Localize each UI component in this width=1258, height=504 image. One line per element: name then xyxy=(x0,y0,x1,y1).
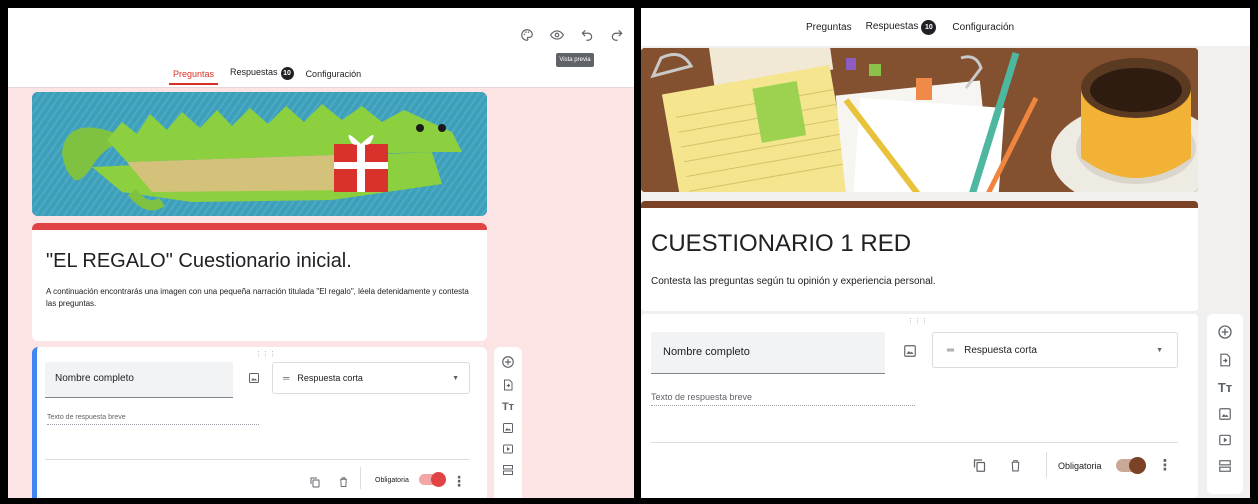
form-title[interactable]: "EL REGALO" Cuestionario inicial. xyxy=(46,250,352,273)
add-video-icon-right[interactable] xyxy=(1218,433,1232,447)
tab-respuestas-label: Respuestas xyxy=(230,67,278,77)
add-section-icon-right[interactable] xyxy=(1218,459,1232,473)
header-image-desk xyxy=(641,48,1198,192)
add-image-icon-right[interactable] xyxy=(901,342,919,360)
form-title-right[interactable]: CUESTIONARIO 1 RED xyxy=(651,230,911,258)
more-options-icon[interactable]: ⋮ xyxy=(450,472,468,490)
short-answer-icon-right: ═ xyxy=(947,344,955,356)
required-toggle[interactable] xyxy=(419,472,446,487)
add-image-tool-icon-right[interactable] xyxy=(1218,407,1232,421)
drag-handle[interactable]: ⋮⋮⋮ xyxy=(255,350,276,358)
question-card: ⋮⋮⋮ Nombre completo ═ Respuesta corta ▼ … xyxy=(32,347,487,498)
left-tabs: Preguntas Respuestas 10 Configuración xyxy=(168,67,362,85)
palette-icon[interactable] xyxy=(518,26,536,44)
right-side-toolbar: Tт xyxy=(1207,314,1243,494)
question-type-select[interactable]: ═ Respuesta corta ▼ xyxy=(272,362,470,394)
tab-respuestas-right-label: Respuestas xyxy=(865,21,919,32)
form-description[interactable]: A continuación encontrarás una imagen co… xyxy=(46,286,476,310)
redo-icon[interactable] xyxy=(608,26,626,44)
header-image-crocodile xyxy=(32,92,487,216)
required-toggle-right[interactable] xyxy=(1116,457,1146,474)
add-image-icon[interactable] xyxy=(245,369,263,387)
add-title-icon[interactable]: Tт xyxy=(502,401,514,413)
add-question-icon[interactable] xyxy=(501,355,515,369)
eye-icon[interactable] xyxy=(548,26,566,44)
question-footer-divider-right xyxy=(651,442,1178,443)
add-title-icon-right[interactable]: Tт xyxy=(1218,380,1232,395)
form-description-right[interactable]: Contesta las preguntas según tu opinión … xyxy=(651,276,936,287)
form-title-card-right: CUESTIONARIO 1 RED Contesta las pregunta… xyxy=(641,201,1198,311)
responses-badge: 10 xyxy=(280,67,294,80)
import-questions-icon[interactable] xyxy=(502,378,514,392)
tab-configuracion[interactable]: Configuración xyxy=(306,69,362,79)
more-options-icon-right[interactable]: ⋮ xyxy=(1156,456,1174,474)
trash-icon[interactable] xyxy=(334,473,352,491)
responses-badge-right: 10 xyxy=(921,20,937,35)
add-question-icon-right[interactable] xyxy=(1217,324,1233,340)
question-title-input-right[interactable]: Nombre completo xyxy=(651,332,885,374)
footer-separator-right xyxy=(1046,452,1047,478)
left-side-toolbar: Tт xyxy=(494,347,522,498)
duplicate-icon-right[interactable] xyxy=(970,456,988,474)
drag-handle-right[interactable]: ⋮⋮⋮ xyxy=(907,317,928,325)
right-header: Preguntas Respuestas 10 Configuración xyxy=(641,8,1250,46)
add-video-icon[interactable] xyxy=(502,443,514,455)
tab-configuracion-right[interactable]: Configuración xyxy=(952,22,1014,33)
chevron-down-icon: ▼ xyxy=(452,374,459,382)
left-form-editor: Vista previa Preguntas Respuestas 10 Conf… xyxy=(8,8,634,498)
question-title-input[interactable]: Nombre completo xyxy=(45,362,233,398)
undo-icon[interactable] xyxy=(578,26,596,44)
right-form-editor: Preguntas Respuestas 10 Configuración CU… xyxy=(641,8,1250,498)
tab-preguntas-right[interactable]: Preguntas xyxy=(806,22,852,33)
add-section-icon[interactable] xyxy=(502,464,514,476)
footer-separator xyxy=(360,467,361,489)
question-type-select-right[interactable]: ═ Respuesta corta ▼ xyxy=(932,332,1178,368)
left-header: Vista previa Preguntas Respuestas 10 Conf… xyxy=(8,8,634,88)
tab-preguntas[interactable]: Preguntas xyxy=(168,69,219,85)
form-title-card: "EL REGALO" Cuestionario inicial. A cont… xyxy=(32,223,487,341)
question-type-label: Respuesta corta xyxy=(297,373,363,383)
toggle-knob-right xyxy=(1129,457,1146,474)
toggle-knob xyxy=(431,472,446,487)
add-image-tool-icon[interactable] xyxy=(502,422,514,434)
right-tabs: Preguntas Respuestas 10 Configuración xyxy=(806,20,1014,35)
short-answer-icon: ═ xyxy=(283,373,290,383)
import-questions-icon-right[interactable] xyxy=(1218,352,1232,368)
duplicate-icon[interactable] xyxy=(306,473,324,491)
required-label: Obligatoria xyxy=(375,477,409,484)
preview-tooltip: Vista previa xyxy=(556,53,594,67)
question-type-label-right: Respuesta corta xyxy=(964,344,1037,356)
short-answer-preview: Texto de respuesta breve xyxy=(47,414,259,425)
tab-respuestas-right[interactable]: Respuestas 10 xyxy=(866,20,937,35)
tab-respuestas[interactable]: Respuestas 10 xyxy=(230,67,294,80)
chevron-down-icon-right: ▼ xyxy=(1156,346,1163,354)
question-footer-divider xyxy=(45,459,470,460)
short-answer-preview-right: Texto de respuesta breve xyxy=(651,392,915,406)
left-toolbar xyxy=(518,26,626,44)
question-card-right: ⋮⋮⋮ Nombre completo ═ Respuesta corta ▼ … xyxy=(641,314,1198,498)
required-label-right: Obligatoria xyxy=(1058,461,1102,471)
trash-icon-right[interactable] xyxy=(1006,456,1024,474)
